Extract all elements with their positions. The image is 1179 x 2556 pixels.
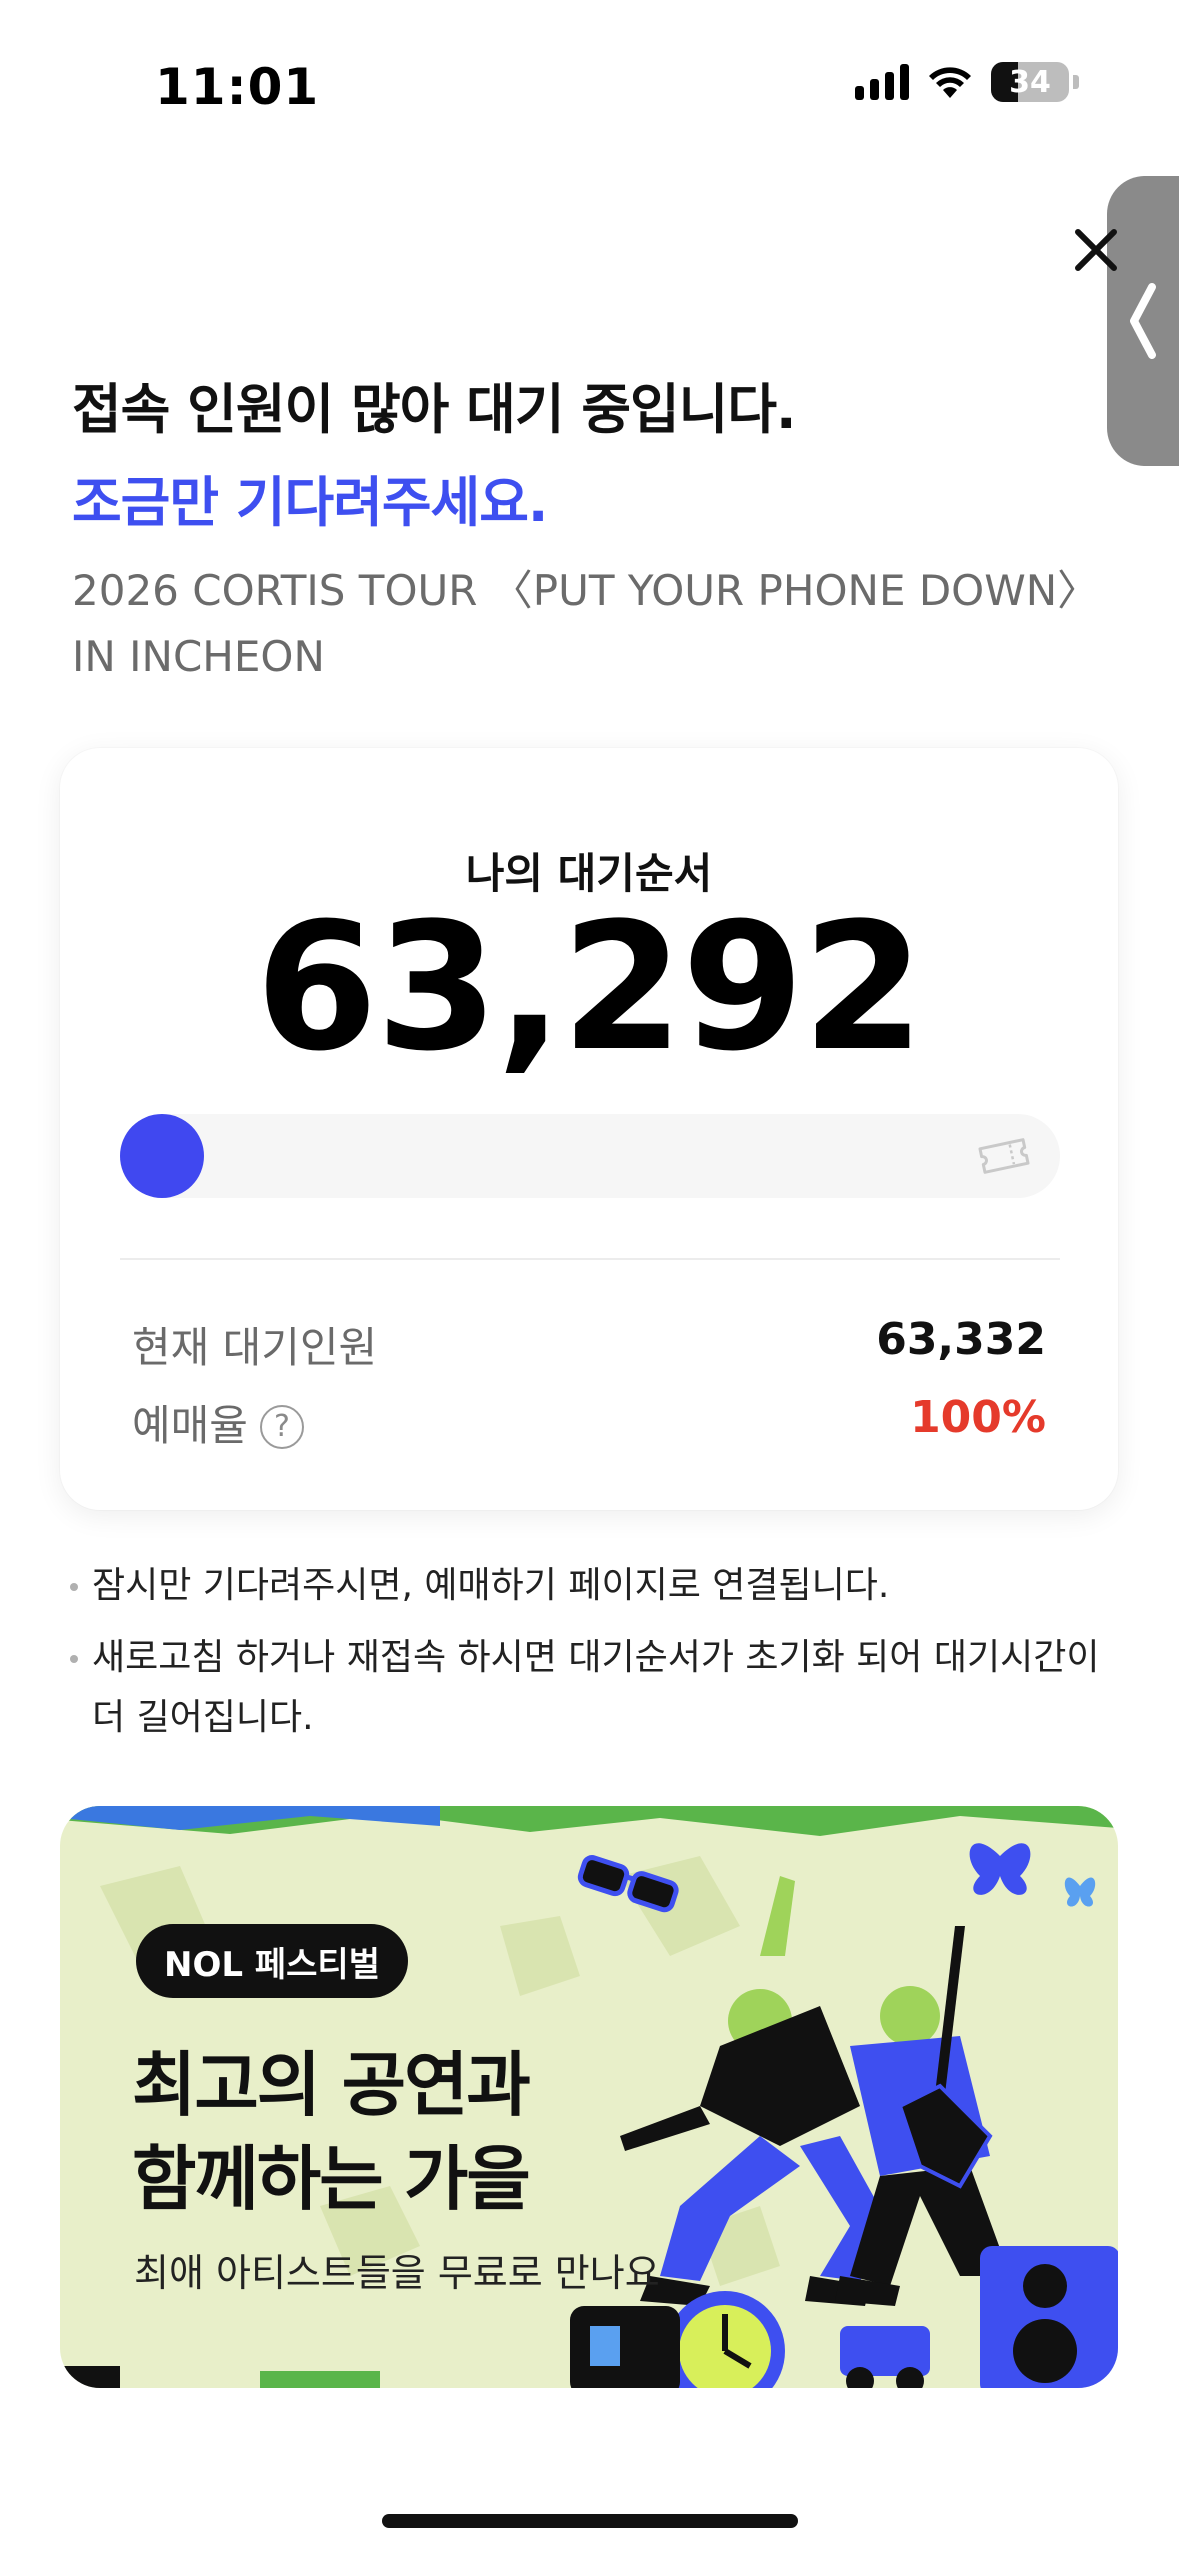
banner-title-line-1: 최고의 공연과 bbox=[132, 2044, 531, 2126]
current-waiting-value: 63,332 bbox=[876, 1314, 1046, 1365]
battery-icon: 34 bbox=[991, 62, 1069, 102]
page-subtitle: 조금만 기다려주세요. bbox=[72, 471, 548, 534]
close-icon bbox=[1075, 229, 1117, 271]
page-title: 접속 인원이 많아 대기 중입니다. bbox=[72, 378, 797, 441]
booking-rate-value: 100% bbox=[910, 1392, 1046, 1443]
signal-icon bbox=[855, 64, 909, 100]
banner-badge: NOL 페스티벌 bbox=[136, 1924, 408, 1998]
booking-rate-label-wrap: 예매율? bbox=[132, 1392, 304, 1453]
event-title: 2026 CORTIS TOUR 〈PUT YOUR PHONE DOWN〉 I… bbox=[72, 566, 1100, 681]
battery-cap bbox=[1073, 75, 1079, 89]
ticket-icon bbox=[978, 1138, 1030, 1174]
home-indicator[interactable] bbox=[382, 2514, 798, 2528]
status-indicators: 34 bbox=[855, 62, 1079, 102]
banner-title-line-2: 함께하는 가을 bbox=[132, 2138, 531, 2220]
help-icon[interactable]: ? bbox=[259, 1404, 304, 1449]
side-panel-handle[interactable] bbox=[1107, 176, 1179, 466]
banner-title: 최고의 공연과 함께하는 가을 bbox=[132, 2038, 732, 2226]
queue-position-number: 63,292 bbox=[255, 885, 924, 1090]
chevron-left-icon bbox=[1130, 283, 1156, 359]
queue-progress-indicator bbox=[120, 1114, 204, 1198]
wifi-icon bbox=[927, 64, 973, 100]
banner-subtitle: 최애 아티스트들을 무료로 만나요 bbox=[134, 2251, 660, 2295]
queue-progress-bar bbox=[120, 1114, 1060, 1198]
close-button[interactable] bbox=[1072, 222, 1120, 278]
queue-card: 나의 대기순서 63,292 현재 대기인원 63,332 예매율? 100% bbox=[60, 748, 1118, 1510]
notice-item: 새로고침 하거나 재접속 하시면 대기순서가 초기화 되어 대기시간이 더 길어… bbox=[70, 1628, 1100, 1748]
current-waiting-label: 현재 대기인원 bbox=[132, 1323, 378, 1372]
booking-rate-label: 예매율 bbox=[132, 1401, 248, 1450]
card-divider bbox=[120, 1258, 1060, 1260]
notice-item: 잠시만 기다려주시면, 예매하기 페이지로 연결됩니다. bbox=[70, 1556, 1100, 1616]
promo-banner[interactable]: NOL 페스티벌 최고의 공연과 함께하는 가을 최애 아티스트들을 무료로 만… bbox=[60, 1806, 1118, 2388]
status-time: 11:01 bbox=[155, 58, 320, 116]
battery-level: 34 bbox=[1009, 64, 1051, 100]
